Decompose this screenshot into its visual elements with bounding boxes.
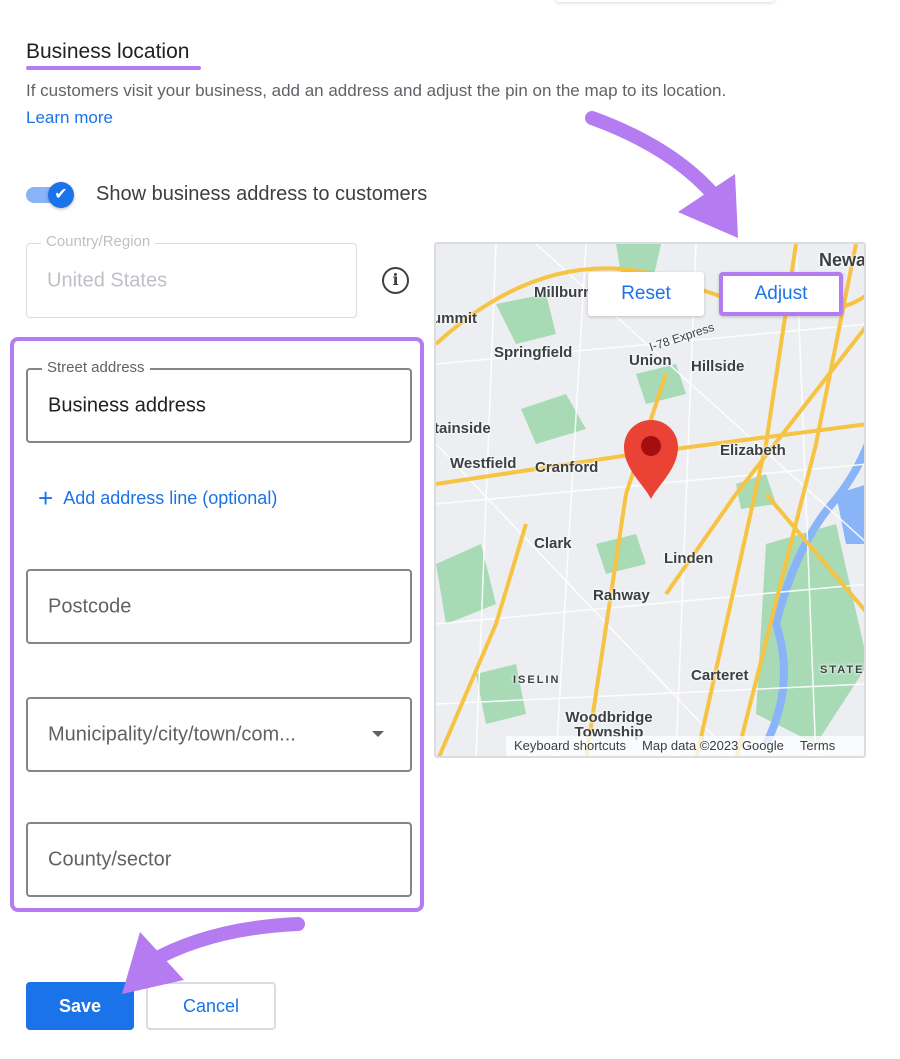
place-label: Hillside	[691, 358, 745, 375]
dropdown-caret-icon	[372, 731, 384, 737]
section-title: Business location	[26, 40, 190, 63]
county-placeholder: County/sector	[48, 848, 172, 870]
place-label: Union	[629, 352, 672, 369]
place-label: Rahway	[593, 587, 650, 604]
place-label: ISELIN	[513, 674, 561, 686]
place-label: Carteret	[691, 667, 749, 684]
place-label: Clark	[534, 535, 572, 552]
municipality-select[interactable]: Municipality/city/town/com...	[26, 697, 412, 772]
postcode-placeholder: Postcode	[48, 595, 132, 617]
county-input[interactable]: County/sector	[26, 822, 412, 897]
cancel-button[interactable]: Cancel	[146, 982, 276, 1030]
section-description: If customers visit your business, add an…	[26, 81, 727, 100]
place-label: STATE	[820, 664, 865, 676]
arrow-to-adjust	[585, 111, 738, 238]
top-card-edge	[555, 0, 775, 2]
place-label: Millburn	[534, 284, 593, 301]
map[interactable]: Newark Millburn Summit Springfield Union…	[434, 242, 866, 758]
place-label: Linden	[664, 550, 714, 567]
add-address-line-button[interactable]: + Add address line (optional)	[38, 483, 277, 514]
terms-link[interactable]: Terms	[800, 738, 835, 754]
place-label: Newark	[819, 250, 866, 270]
map-background	[436, 244, 864, 756]
place-label: Mountainside	[434, 420, 491, 437]
info-icon[interactable]: i	[382, 267, 409, 294]
map-adjust-button[interactable]: Adjust	[719, 272, 843, 316]
country-field: Country/Region United States	[26, 233, 357, 318]
plus-icon: +	[38, 483, 54, 513]
postcode-input[interactable]: Postcode	[26, 569, 412, 644]
place-label: Cranford	[535, 459, 599, 476]
title-underline-annotation	[26, 66, 201, 70]
place-label: Westfield	[450, 455, 517, 472]
map-attribution: Keyboard shortcuts Map data ©2023 Google…	[506, 736, 864, 756]
place-label: Summit	[434, 310, 478, 327]
location-pin-icon[interactable]	[622, 417, 680, 501]
show-address-toggle[interactable]: ✔	[26, 182, 76, 208]
keyboard-shortcuts-link[interactable]: Keyboard shortcuts	[514, 738, 626, 754]
street-address-label: Street address	[42, 359, 150, 376]
country-value: United States	[47, 269, 168, 291]
place-label: Elizabeth	[720, 442, 786, 459]
municipality-placeholder: Municipality/city/town/com...	[48, 723, 296, 745]
street-address-value: Business address	[48, 394, 206, 416]
map-data-text: Map data ©2023 Google	[642, 738, 784, 753]
toggle-label: Show business address to customers	[96, 183, 428, 205]
add-line-label: Add address line (optional)	[63, 488, 278, 508]
street-address-input[interactable]: Street address Business address	[26, 359, 412, 443]
check-icon: ✔	[48, 182, 74, 208]
country-label: Country/Region	[41, 233, 156, 250]
save-button[interactable]: Save	[26, 982, 134, 1030]
place-label: Springfield	[494, 344, 573, 361]
learn-more-link[interactable]: Learn more	[26, 108, 113, 128]
map-reset-button[interactable]: Reset	[588, 272, 704, 316]
